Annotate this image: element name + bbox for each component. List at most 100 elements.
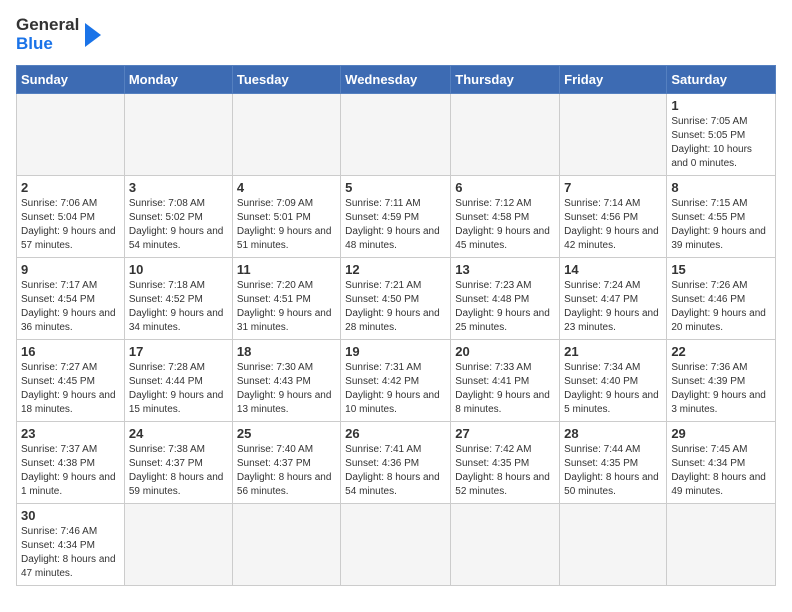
- calendar-cell: 29Sunrise: 7:45 AM Sunset: 4:34 PM Dayli…: [667, 422, 776, 504]
- day-number: 13: [455, 262, 555, 277]
- day-info: Sunrise: 7:09 AM Sunset: 5:01 PM Dayligh…: [237, 197, 336, 253]
- day-number: 29: [671, 426, 771, 441]
- day-number: 30: [21, 508, 120, 523]
- day-number: 15: [671, 262, 771, 277]
- calendar-cell: 10Sunrise: 7:18 AM Sunset: 4:52 PM Dayli…: [124, 258, 232, 340]
- day-info: Sunrise: 7:05 AM Sunset: 5:05 PM Dayligh…: [671, 115, 771, 171]
- calendar-cell: [341, 504, 451, 586]
- logo: General Blue: [16, 16, 109, 53]
- calendar-cell: 12 Sunrise: 7:21 AM Sunset: 4:50 PM Dayli…: [341, 258, 451, 340]
- day-info: Sunrise: 7:14 AM Sunset: 4:56 PM Dayligh…: [564, 197, 662, 253]
- day-info: Sunrise: 7:24 AM Sunset: 4:47 PM Dayligh…: [564, 279, 662, 335]
- day-number: 5: [345, 180, 446, 195]
- calendar-cell: 2 Sunrise: 7:06 AM Sunset: 5:04 PM Daylig…: [17, 176, 125, 258]
- day-info: Sunrise: 7:34 AM Sunset: 4:40 PM Dayligh…: [564, 361, 662, 417]
- calendar-week-row: 23 Sunrise: 7:37 AM Sunset: 4:38 PM Dayli…: [17, 422, 776, 504]
- calendar-table: SundayMondayTuesdayWednesdayThursdayFrid…: [16, 65, 776, 586]
- day-number: 2: [21, 180, 120, 195]
- day-info: Sunrise: 7:38 AM Sunset: 4:37 PM Dayligh…: [129, 443, 228, 499]
- day-info: Sunrise: 7:33 AM Sunset: 4:41 PM Dayligh…: [455, 361, 555, 417]
- calendar-cell: 15 Sunrise: 7:26 AM Sunset: 4:46 PM Dayli…: [667, 258, 776, 340]
- day-info: Sunrise: 7:46 AM Sunset: 4:34 PM Dayligh…: [21, 525, 120, 581]
- calendar-week-row: 2 Sunrise: 7:06 AM Sunset: 5:04 PM Daylig…: [17, 176, 776, 258]
- weekday-header-thursday: Thursday: [451, 66, 560, 94]
- page-header: General Blue: [16, 16, 776, 53]
- day-info: Sunrise: 7:37 AM Sunset: 4:38 PM Dayligh…: [21, 443, 120, 499]
- day-number: 25: [237, 426, 336, 441]
- day-info: Sunrise: 7:18 AM Sunset: 4:52 PM Dayligh…: [129, 279, 228, 335]
- day-number: 20: [455, 344, 555, 359]
- calendar-cell: 5Sunrise: 7:11 AM Sunset: 4:59 PM Daylig…: [341, 176, 451, 258]
- day-info: Sunrise: 7:23 AM Sunset: 4:48 PM Dayligh…: [455, 279, 555, 335]
- day-info: Sunrise: 7:36 AM Sunset: 4:39 PM Dayligh…: [671, 361, 771, 417]
- day-number: 7: [564, 180, 662, 195]
- calendar-cell: 30 Sunrise: 7:46 AM Sunset: 4:34 PM Dayli…: [17, 504, 125, 586]
- day-number: 22: [671, 344, 771, 359]
- calendar-cell: [667, 504, 776, 586]
- day-info: Sunrise: 7:20 AM Sunset: 4:51 PM Dayligh…: [237, 279, 336, 335]
- calendar-cell: 21Sunrise: 7:34 AM Sunset: 4:40 PM Dayli…: [560, 340, 667, 422]
- day-number: 19: [345, 344, 446, 359]
- day-number: 4: [237, 180, 336, 195]
- calendar-cell: [451, 94, 560, 176]
- day-number: 28: [564, 426, 662, 441]
- weekday-header-monday: Monday: [124, 66, 232, 94]
- calendar-cell: [124, 504, 232, 586]
- calendar-cell: 13 Sunrise: 7:23 AM Sunset: 4:48 PM Dayli…: [451, 258, 560, 340]
- calendar-cell: 25 Sunrise: 7:40 AM Sunset: 4:37 PM Dayli…: [232, 422, 340, 504]
- calendar-cell: 6 Sunrise: 7:12 AM Sunset: 4:58 PM Daylig…: [451, 176, 560, 258]
- day-info: Sunrise: 7:41 AM Sunset: 4:36 PM Dayligh…: [345, 443, 446, 499]
- calendar-cell: 27Sunrise: 7:42 AM Sunset: 4:35 PM Dayli…: [451, 422, 560, 504]
- day-number: 16: [21, 344, 120, 359]
- logo-general: General: [16, 16, 79, 35]
- calendar-cell: 26Sunrise: 7:41 AM Sunset: 4:36 PM Dayli…: [341, 422, 451, 504]
- day-number: 6: [455, 180, 555, 195]
- calendar-cell: 24 Sunrise: 7:38 AM Sunset: 4:37 PM Dayli…: [124, 422, 232, 504]
- day-number: 18: [237, 344, 336, 359]
- day-number: 17: [129, 344, 228, 359]
- weekday-header-sunday: Sunday: [17, 66, 125, 94]
- weekday-header-friday: Friday: [560, 66, 667, 94]
- day-number: 24: [129, 426, 228, 441]
- calendar-cell: 23 Sunrise: 7:37 AM Sunset: 4:38 PM Dayli…: [17, 422, 125, 504]
- calendar-cell: [17, 94, 125, 176]
- day-number: 23: [21, 426, 120, 441]
- day-info: Sunrise: 7:26 AM Sunset: 4:46 PM Dayligh…: [671, 279, 771, 335]
- day-info: Sunrise: 7:17 AM Sunset: 4:54 PM Dayligh…: [21, 279, 120, 335]
- logo-arrow-icon: [81, 17, 109, 53]
- calendar-cell: 14 Sunrise: 7:24 AM Sunset: 4:47 PM Dayli…: [560, 258, 667, 340]
- calendar-cell: 17Sunrise: 7:28 AM Sunset: 4:44 PM Dayli…: [124, 340, 232, 422]
- day-info: Sunrise: 7:30 AM Sunset: 4:43 PM Dayligh…: [237, 361, 336, 417]
- calendar-cell: 4 Sunrise: 7:09 AM Sunset: 5:01 PM Daylig…: [232, 176, 340, 258]
- calendar-cell: [560, 94, 667, 176]
- day-info: Sunrise: 7:42 AM Sunset: 4:35 PM Dayligh…: [455, 443, 555, 499]
- day-number: 12: [345, 262, 446, 277]
- calendar-week-row: 1 Sunrise: 7:05 AM Sunset: 5:05 PM Daylig…: [17, 94, 776, 176]
- weekday-header-row: SundayMondayTuesdayWednesdayThursdayFrid…: [17, 66, 776, 94]
- calendar-week-row: 9 Sunrise: 7:17 AM Sunset: 4:54 PM Daylig…: [17, 258, 776, 340]
- calendar-cell: 11Sunrise: 7:20 AM Sunset: 4:51 PM Dayli…: [232, 258, 340, 340]
- calendar-cell: [232, 94, 340, 176]
- day-info: Sunrise: 7:40 AM Sunset: 4:37 PM Dayligh…: [237, 443, 336, 499]
- day-number: 9: [21, 262, 120, 277]
- weekday-header-wednesday: Wednesday: [341, 66, 451, 94]
- day-info: Sunrise: 7:08 AM Sunset: 5:02 PM Dayligh…: [129, 197, 228, 253]
- calendar-cell: 8Sunrise: 7:15 AM Sunset: 4:55 PM Daylig…: [667, 176, 776, 258]
- calendar-cell: [451, 504, 560, 586]
- day-number: 1: [671, 98, 771, 113]
- weekday-header-saturday: Saturday: [667, 66, 776, 94]
- day-info: Sunrise: 7:21 AM Sunset: 4:50 PM Dayligh…: [345, 279, 446, 335]
- day-number: 3: [129, 180, 228, 195]
- day-info: Sunrise: 7:27 AM Sunset: 4:45 PM Dayligh…: [21, 361, 120, 417]
- day-info: Sunrise: 7:06 AM Sunset: 5:04 PM Dayligh…: [21, 197, 120, 253]
- logo-blue: Blue: [16, 35, 79, 54]
- weekday-header-tuesday: Tuesday: [232, 66, 340, 94]
- calendar-cell: 7 Sunrise: 7:14 AM Sunset: 4:56 PM Daylig…: [560, 176, 667, 258]
- day-info: Sunrise: 7:12 AM Sunset: 4:58 PM Dayligh…: [455, 197, 555, 253]
- calendar-cell: 1 Sunrise: 7:05 AM Sunset: 5:05 PM Daylig…: [667, 94, 776, 176]
- day-number: 14: [564, 262, 662, 277]
- day-number: 8: [671, 180, 771, 195]
- calendar-cell: [232, 504, 340, 586]
- calendar-body: 1 Sunrise: 7:05 AM Sunset: 5:05 PM Daylig…: [17, 94, 776, 586]
- calendar-cell: 22 Sunrise: 7:36 AM Sunset: 4:39 PM Dayli…: [667, 340, 776, 422]
